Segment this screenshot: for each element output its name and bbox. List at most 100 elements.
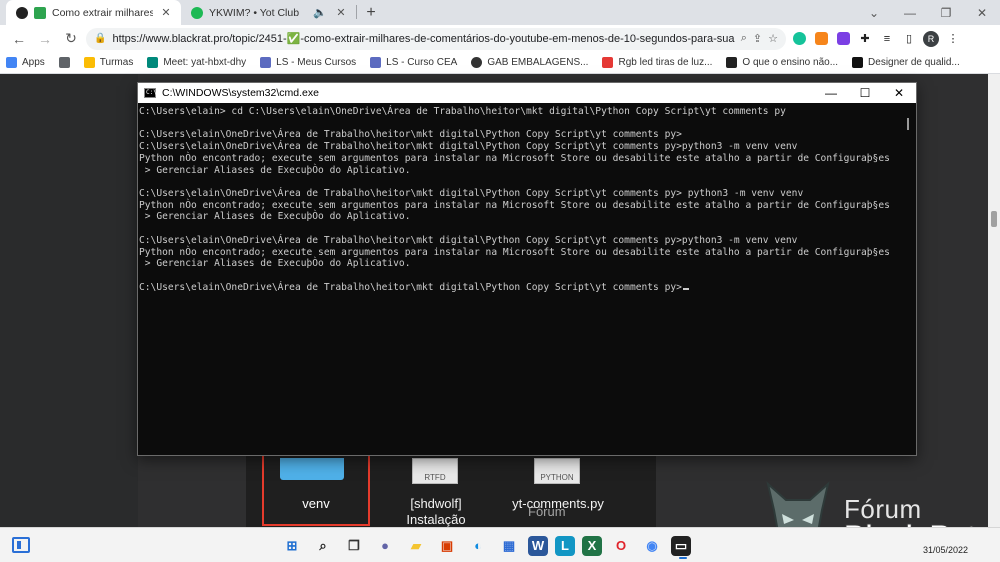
tab-search-icon[interactable]: ⌄	[856, 0, 892, 25]
check-icon	[34, 6, 46, 19]
cmd-output[interactable]: C:\Users\elain> cd C:\Users\elain\OneDri…	[139, 104, 901, 454]
apps-grid-icon	[6, 57, 17, 68]
spotify-icon	[191, 6, 203, 19]
cmd-line: > Gerenciar Aliases de ExecuþÒo do Aplic…	[139, 164, 411, 176]
chrome-icon[interactable]: ◉	[640, 534, 664, 558]
bookmark-turmas[interactable]: Turmas	[83, 57, 133, 68]
bookmark-star-icon[interactable]: ☆	[768, 32, 778, 45]
excel-icon[interactable]: X	[582, 535, 602, 556]
s-extension-icon[interactable]	[834, 30, 852, 48]
taskbar-date[interactable]: 31/05/2022	[923, 545, 968, 555]
task-view-icon[interactable]: ❐	[342, 534, 366, 558]
cmd-title-bar[interactable]: C:\ C:\WINDOWS\system32\cmd.exe — ☐ ✕	[138, 83, 916, 103]
terminal-icon[interactable]: ▭	[671, 535, 691, 559]
tab-como-extrair[interactable]: Como extrair milhares de com ✕	[6, 0, 181, 25]
taskbar: ⊞ ⌕ ❐ ● ▰ ▣ ◐ ▦ W L X O ◉ ▭ 31/05/2022	[0, 527, 1000, 562]
maximize-icon[interactable]: ☐	[848, 83, 882, 103]
tab-ykwim[interactable]: YKWIM? • Yot Club 🔈 ✕	[181, 0, 356, 25]
back-icon[interactable]: ←	[8, 28, 30, 50]
cmd-scrollbar[interactable]	[902, 104, 915, 454]
bookmark-rgb[interactable]: Rgb led tiras de luz...	[602, 57, 712, 68]
extensions-puzzle-icon[interactable]: ✚	[856, 30, 874, 48]
bookmark-gab[interactable]: GAB EMBALAGENS...	[471, 57, 588, 68]
lock-icon: 🔒	[94, 33, 107, 44]
new-tab-button[interactable]: +	[357, 0, 385, 25]
tab-title: YKWIM? • Yot Club	[209, 6, 300, 19]
text-cursor	[682, 287, 689, 290]
page-scrollbar[interactable]	[988, 74, 1000, 527]
forward-icon[interactable]: →	[34, 28, 56, 50]
cmd-line	[139, 223, 901, 235]
close-window-icon[interactable]: ✕	[964, 0, 1000, 25]
cmd-line: C:\Users\elain\OneDrive\Área de Trabalho…	[139, 141, 798, 153]
cmd-line: C:\Users\elain\OneDrive\Área de Trabalho…	[139, 282, 901, 294]
media-icon[interactable]: ≡	[878, 30, 896, 48]
restore-icon[interactable]: ❐	[928, 0, 964, 25]
cmd-window[interactable]: C:\ C:\WINDOWS\system32\cmd.exe — ☐ ✕ C:…	[137, 82, 917, 456]
store-icon[interactable]: ▦	[497, 534, 521, 558]
folder-icon	[280, 458, 344, 480]
minimize-icon[interactable]: —	[892, 0, 928, 25]
speaker-icon[interactable]: 🔈	[312, 6, 328, 19]
word-icon[interactable]: W	[528, 535, 548, 556]
avatar[interactable]: R	[922, 30, 940, 48]
rtfd-file-icon: RTFD	[412, 458, 458, 484]
browser-toolbar: ← → ↻ 🔒 https://www.blackrat.pro/topic/2…	[0, 25, 1000, 52]
sidebar-icon[interactable]: ▯	[900, 30, 918, 48]
file-explorer-icon[interactable]: ▰	[404, 534, 428, 558]
bookmark-designer[interactable]: Designer de qualid...	[852, 57, 960, 68]
address-bar[interactable]: 🔒 https://www.blackrat.pro/topic/2451-✅-…	[86, 27, 786, 50]
metamask-icon[interactable]	[812, 30, 830, 48]
reload-icon[interactable]: ↻	[60, 28, 82, 50]
bookmarks-bar: Apps Turmas Meet: yat-hbxt-dhy LS - Meus…	[0, 52, 1000, 74]
d-icon	[852, 57, 864, 68]
cmd-line: C:\Users\elain\OneDrive\Área de Trabalho…	[139, 129, 682, 141]
minimize-icon[interactable]: —	[814, 83, 848, 103]
github-icon	[16, 6, 28, 19]
cmd-icon: C:\	[144, 88, 157, 98]
cmd-window-controls: — ☐ ✕	[814, 83, 916, 103]
cmd-line	[139, 118, 901, 130]
scroll-thumb[interactable]	[907, 118, 909, 130]
office-icon[interactable]: ▣	[435, 534, 459, 558]
bookmark-ls-curso-cea[interactable]: LS - Curso CEA	[370, 57, 457, 68]
shop-icon	[602, 57, 614, 68]
bookmark-apps[interactable]: Apps	[6, 57, 45, 68]
widgets-icon[interactable]	[12, 537, 30, 553]
taskbar-apps: ⊞ ⌕ ❐ ● ▰ ▣ ◐ ▦ W L X O ◉ ▭	[280, 533, 691, 559]
zoom-icon[interactable]: ⌕	[741, 32, 747, 45]
bookmark-unnamed[interactable]	[58, 57, 70, 68]
bookmark-ensino[interactable]: O que o ensino não...	[726, 57, 838, 68]
cmd-line: C:\Users\elain> cd C:\Users\elain\OneDri…	[139, 106, 786, 117]
browser-tab-strip: Como extrair milhares de com ✕ YKWIM? • …	[0, 0, 1000, 25]
edge-icon[interactable]: ◐	[466, 534, 490, 558]
lexi-icon[interactable]: L	[555, 535, 575, 556]
folder-label: venv	[302, 496, 330, 511]
python-file-icon: PYTHON	[534, 458, 580, 484]
start-icon[interactable]: ⊞	[280, 534, 304, 558]
share-icon[interactable]: ⇪	[753, 32, 762, 45]
cmd-line: Python nÒo encontrado; execute sem argum…	[139, 152, 890, 164]
ls-icon	[370, 57, 382, 68]
grammarly-icon[interactable]	[790, 30, 808, 48]
close-icon[interactable]: ✕	[334, 6, 348, 19]
amazon-icon	[726, 57, 738, 68]
cmd-line: > Gerenciar Aliases de ExecuþÒo do Aplic…	[139, 211, 411, 223]
classroom-icon	[83, 57, 95, 68]
scroll-thumb[interactable]	[991, 211, 997, 227]
opera-icon[interactable]: O	[609, 534, 633, 558]
page-sidebar	[0, 74, 138, 527]
cmd-line: > Gerenciar Aliases de ExecuþÒo do Aplic…	[139, 258, 411, 270]
window-controls: ⌄ — ❐ ✕	[856, 0, 1000, 25]
cmd-line	[139, 270, 901, 282]
search-icon[interactable]: ⌕	[311, 534, 335, 558]
bookmark-meet[interactable]: Meet: yat-hbxt-dhy	[147, 57, 246, 68]
close-icon[interactable]: ✕	[159, 6, 173, 19]
watermark-small: Fórum	[528, 504, 566, 519]
menu-icon[interactable]: ⋮	[944, 30, 962, 48]
chat-icon[interactable]: ●	[373, 534, 397, 558]
close-icon[interactable]: ✕	[882, 83, 916, 103]
bookmark-ls-meus-cursos[interactable]: LS - Meus Cursos	[260, 57, 356, 68]
tab-title: Como extrair milhares de com	[52, 6, 153, 19]
cmd-line: Python nÒo encontrado; execute sem argum…	[139, 246, 890, 258]
